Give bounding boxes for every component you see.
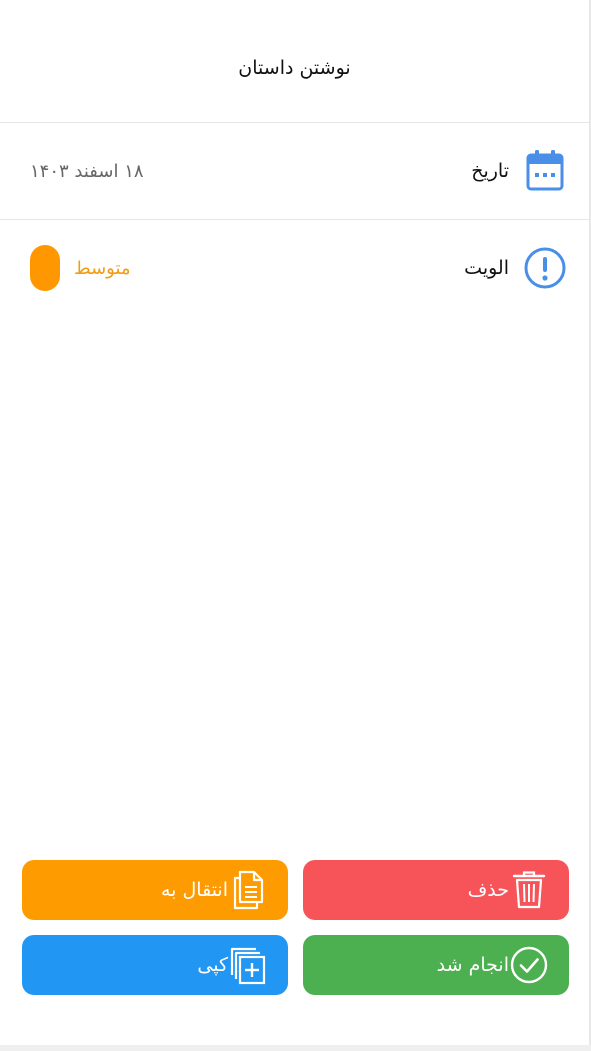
mark-done-button-label: انجام شد (436, 954, 509, 976)
document-icon (228, 870, 268, 910)
mark-done-button[interactable]: انجام شد (303, 935, 569, 995)
date-value: ۱۸ اسفند ۱۴۰۳ (30, 160, 144, 182)
alert-circle-icon (523, 246, 567, 290)
check-circle-icon (509, 945, 549, 985)
trash-icon (509, 870, 549, 910)
page-header: نوشتن داستان (0, 0, 589, 123)
priority-value[interactable]: متوسط (30, 245, 131, 291)
bottom-edge (0, 1045, 591, 1051)
page-title: نوشتن داستان (238, 57, 351, 79)
date-label: تاریخ (471, 160, 509, 182)
copy-button[interactable]: کپی (22, 935, 288, 995)
priority-color-indicator (30, 245, 60, 291)
delete-button[interactable]: حذف (303, 860, 569, 920)
move-to-button-label: انتقال به (160, 879, 228, 901)
delete-button-label: حذف (467, 879, 509, 901)
copy-button-label: کپی (197, 954, 228, 976)
priority-text: متوسط (74, 257, 131, 279)
priority-row[interactable]: الویت متوسط (0, 220, 589, 316)
priority-label: الویت (464, 257, 509, 279)
move-to-button[interactable]: انتقال به (22, 860, 288, 920)
date-row[interactable]: تاریخ ۱۸ اسفند ۱۴۰۳ (0, 123, 589, 220)
calendar-icon (523, 149, 567, 193)
copy-add-icon (228, 945, 268, 985)
